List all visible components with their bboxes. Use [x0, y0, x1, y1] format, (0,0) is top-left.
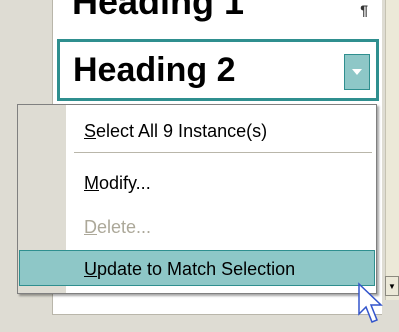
style-item-label: Heading 2	[73, 51, 236, 89]
style-dropdown-button[interactable]	[344, 54, 370, 90]
style-item-label: Heading 1	[72, 0, 245, 22]
menu-item-label: odify...	[99, 173, 151, 193]
scroll-down-button[interactable]: ▼	[385, 276, 399, 296]
menu-accelerator: U	[84, 259, 97, 279]
menu-item-modify[interactable]: Modify...	[66, 165, 374, 201]
menu-accelerator: D	[84, 217, 97, 237]
menu-item-delete: Delete...	[66, 209, 374, 245]
menu-separator	[74, 152, 372, 153]
style-item-heading-1[interactable]: Heading 1 ¶	[62, 0, 372, 26]
menu-item-select-all-instances[interactable]: Select All 9 Instance(s)	[66, 113, 374, 149]
menu-item-label: pdate to Match Selection	[97, 259, 296, 279]
menu-item-label: elect All 9 Instance(s)	[96, 121, 268, 141]
menu-item-label: elete...	[97, 217, 152, 237]
paragraph-mark-icon: ¶	[360, 2, 368, 18]
vertical-scrollbar[interactable]	[385, 0, 399, 300]
mouse-pointer-icon	[358, 282, 383, 323]
scroll-down-arrow-icon: ▼	[388, 281, 396, 291]
menu-accelerator: S	[84, 121, 97, 141]
menu-item-update-to-match-selection[interactable]: Update to Match Selection	[19, 250, 375, 286]
chevron-down-icon	[352, 69, 362, 75]
style-context-menu: Select All 9 Instance(s) Modify... Delet…	[17, 104, 377, 294]
menu-accelerator: M	[84, 173, 99, 193]
style-item-heading-2[interactable]: Heading 2	[57, 39, 379, 101]
